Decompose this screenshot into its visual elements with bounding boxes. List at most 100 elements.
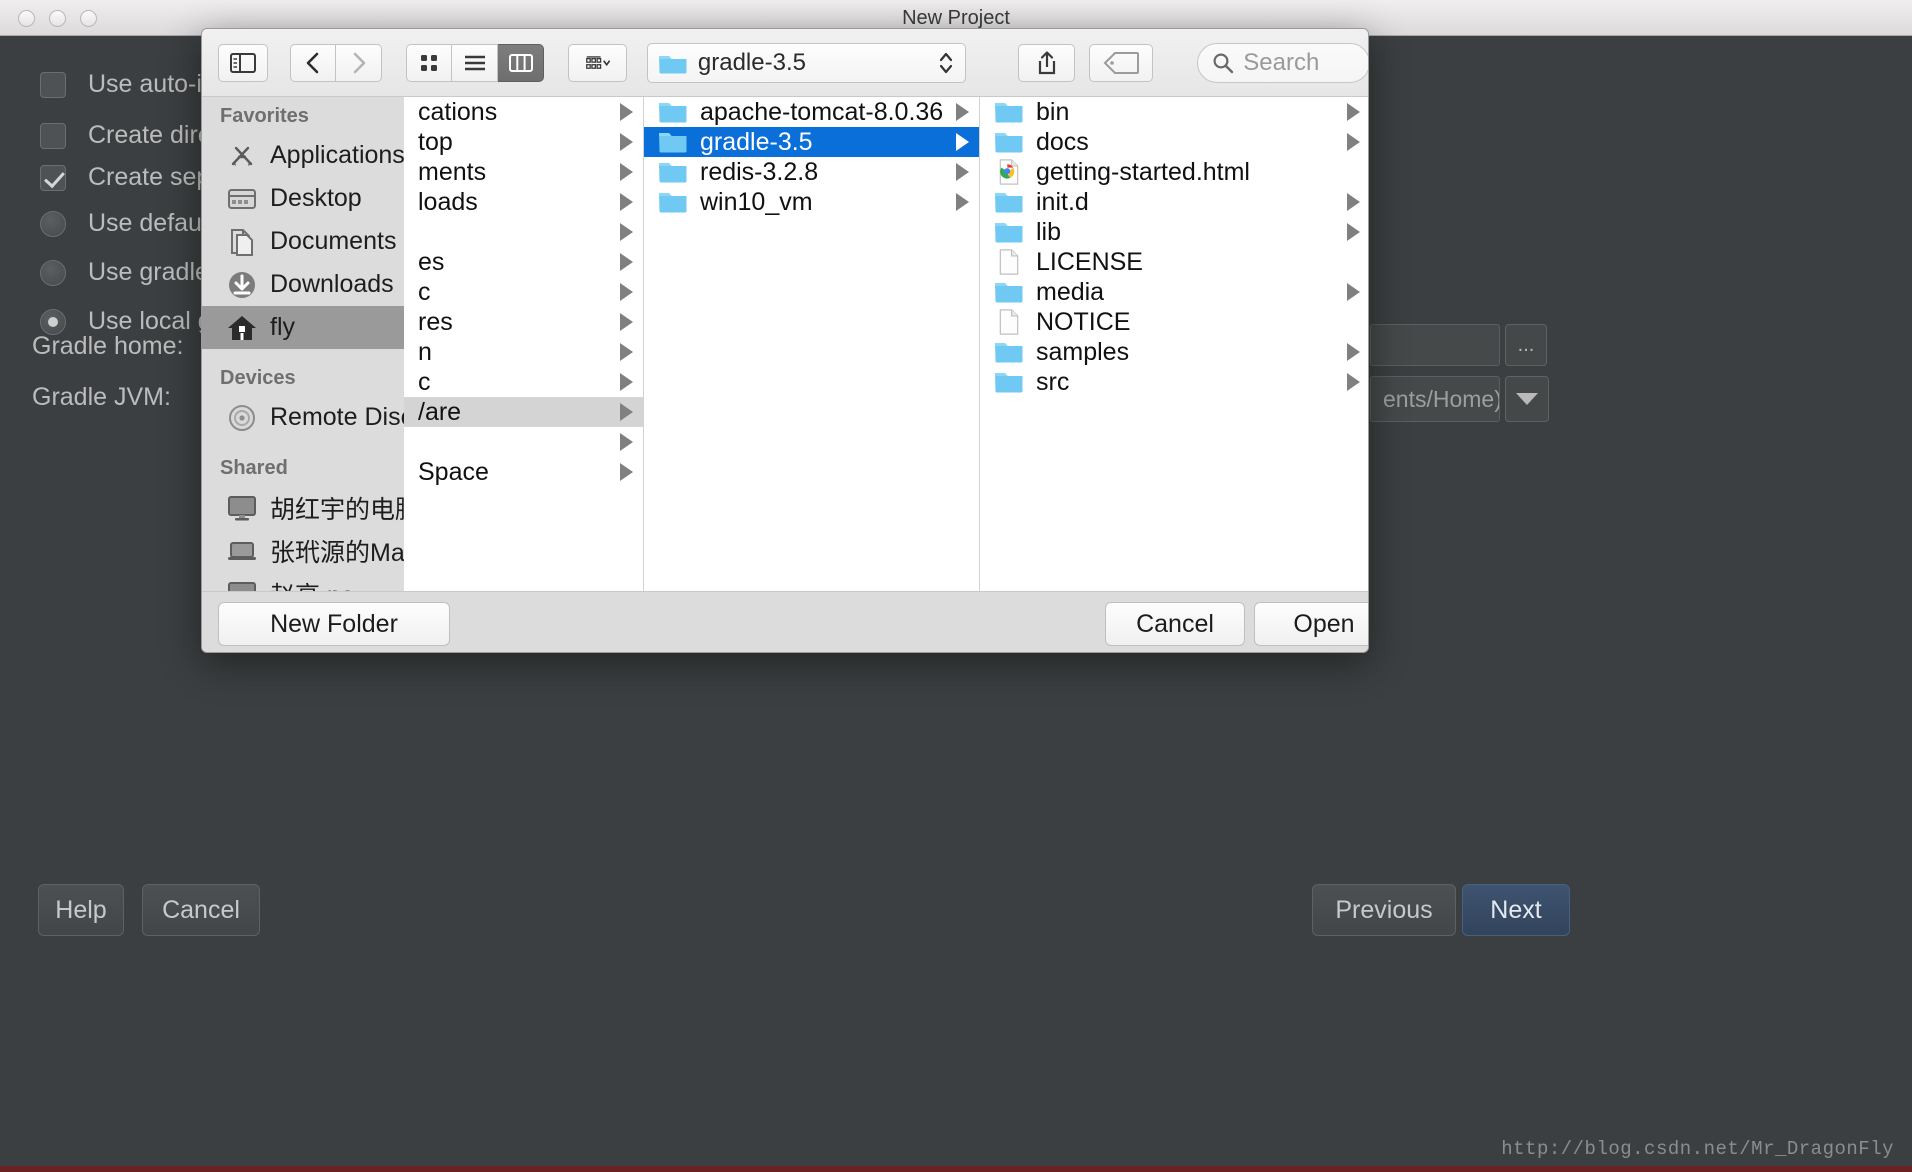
list-item[interactable]: cations — [404, 97, 643, 127]
list-item[interactable]: redis-3.2.8 — [644, 157, 979, 187]
disclosure-arrow-icon — [620, 283, 633, 301]
item-label: redis-3.2.8 — [700, 157, 819, 186]
gradle-home-input[interactable] — [1370, 324, 1500, 366]
open-file-dialog: gradle-3.5 Search Favorites Applications… — [201, 28, 1369, 653]
disclosure-arrow-icon — [620, 253, 633, 271]
radio-use-default-gradle[interactable] — [40, 210, 66, 237]
disc-icon — [226, 402, 258, 434]
up-down-stepper-icon[interactable] — [937, 48, 955, 78]
laptop-icon — [226, 535, 258, 567]
folder-icon — [994, 129, 1024, 155]
tag-icon[interactable] — [1089, 43, 1154, 82]
path-popup-button[interactable]: gradle-3.5 — [646, 42, 967, 83]
gradle-jvm-combo[interactable]: ents/Home) — [1370, 376, 1500, 422]
list-item[interactable]: getting-started.html — [980, 157, 1368, 187]
list-item[interactable]: init.d — [980, 187, 1368, 217]
folder-icon — [658, 159, 688, 185]
home-icon — [226, 312, 258, 344]
sidebar-item-label: Documents — [270, 227, 397, 255]
list-item-selected[interactable]: gradle-3.5 — [644, 127, 979, 157]
disclosure-arrow-icon — [956, 103, 969, 121]
disclosure-arrow-icon — [1347, 283, 1360, 301]
folder-icon — [994, 219, 1024, 245]
view-column-mode-button[interactable] — [498, 43, 545, 82]
list-item[interactable]: docs — [980, 127, 1368, 157]
previous-button[interactable]: Previous — [1312, 884, 1456, 936]
item-label: lib — [1036, 217, 1062, 246]
list-item[interactable]: n — [404, 337, 643, 367]
sidebar-toggle-glyph — [230, 52, 257, 73]
back-icon[interactable] — [290, 43, 337, 82]
gradle-jvm-label: Gradle JVM: — [32, 383, 171, 411]
cancel-button[interactable]: Cancel — [142, 884, 260, 936]
list-item-selected-inactive[interactable]: /are — [404, 397, 643, 427]
disclosure-arrow-icon — [956, 163, 969, 181]
list-item[interactable]: media — [980, 277, 1368, 307]
folder-icon — [658, 189, 688, 215]
dialog-cancel-button[interactable]: Cancel — [1105, 602, 1245, 646]
list-item[interactable]: lib — [980, 217, 1368, 247]
disclosure-arrow-icon — [620, 133, 633, 151]
checkbox-use-auto-import[interactable] — [40, 71, 66, 98]
list-item[interactable]: res — [404, 307, 643, 337]
arrange-icon[interactable] — [568, 43, 627, 82]
view-icon-mode-button[interactable] — [406, 43, 453, 82]
list-item[interactable]: top — [404, 127, 643, 157]
gradle-home-browse-button[interactable]: ... — [1505, 324, 1547, 366]
list-item[interactable]: apache-tomcat-8.0.36 — [644, 97, 979, 127]
documents-icon — [226, 226, 258, 258]
folder-icon — [658, 129, 688, 155]
list-item[interactable]: c — [404, 367, 643, 397]
share-icon[interactable] — [1018, 43, 1076, 82]
tag-glyph — [1103, 51, 1140, 74]
watermark-text: http://blog.csdn.net/Mr_DragonFly — [1501, 1138, 1894, 1160]
disclosure-arrow-icon — [620, 373, 633, 391]
disclosure-arrow-icon — [620, 433, 633, 451]
column-home[interactable]: cations top ments loads es c res n c /ar… — [404, 97, 644, 591]
disclosure-arrow-icon — [620, 463, 633, 481]
sidebar-item-label: Downloads — [270, 270, 394, 298]
list-item[interactable]: win10_vm — [644, 187, 979, 217]
folder-icon — [994, 339, 1024, 365]
radio-use-local-gradle[interactable] — [40, 308, 66, 335]
item-label: src — [1036, 367, 1070, 396]
list-item[interactable]: c — [404, 277, 643, 307]
list-item[interactable]: samples — [980, 337, 1368, 367]
list-item[interactable]: es — [404, 247, 643, 277]
radio-use-gradle-wrapper[interactable] — [40, 259, 66, 286]
gradle-jvm-dropdown-arrow[interactable] — [1505, 376, 1549, 422]
list-item[interactable]: ments — [404, 157, 643, 187]
new-folder-button[interactable]: New Folder — [218, 602, 450, 646]
list-item[interactable]: LICENSE — [980, 247, 1368, 277]
list-item[interactable] — [404, 427, 643, 457]
document-icon — [994, 309, 1024, 335]
arrange-glyph — [585, 55, 610, 69]
checkbox-create-directories[interactable] — [40, 122, 66, 149]
disclosure-arrow-icon — [620, 223, 633, 241]
sidebar-toggle-icon[interactable] — [218, 43, 269, 82]
item-label: /are — [418, 397, 462, 426]
list-item[interactable]: loads — [404, 187, 643, 217]
dialog-open-button[interactable]: Open — [1254, 602, 1368, 646]
disclosure-arrow-icon — [620, 163, 633, 181]
item-label: es — [418, 247, 445, 276]
folder-icon — [994, 189, 1024, 215]
list-view-icon — [464, 55, 485, 70]
forward-icon[interactable] — [336, 43, 383, 82]
list-item[interactable]: bin — [980, 97, 1368, 127]
list-item[interactable]: Space — [404, 457, 643, 487]
help-button[interactable]: Help — [38, 884, 124, 936]
grid-view-icon — [421, 54, 438, 71]
list-item[interactable]: src — [980, 367, 1368, 397]
view-list-mode-button[interactable] — [452, 43, 499, 82]
disclosure-arrow-icon — [1347, 103, 1360, 121]
column-gradle[interactable]: bin docs getting-started.html init.d lib… — [980, 97, 1368, 591]
next-button[interactable]: Next — [1462, 884, 1570, 936]
search-input[interactable]: Search — [1197, 42, 1368, 83]
chevron-down-icon — [1516, 393, 1538, 405]
column-software[interactable]: apache-tomcat-8.0.36 gradle-3.5 redis-3.… — [644, 97, 980, 591]
sidebar-item-label: Remote Disc — [270, 403, 414, 431]
checkbox-create-separate-modules[interactable] — [40, 164, 66, 191]
list-item[interactable]: NOTICE — [980, 307, 1368, 337]
list-item[interactable] — [404, 217, 643, 247]
